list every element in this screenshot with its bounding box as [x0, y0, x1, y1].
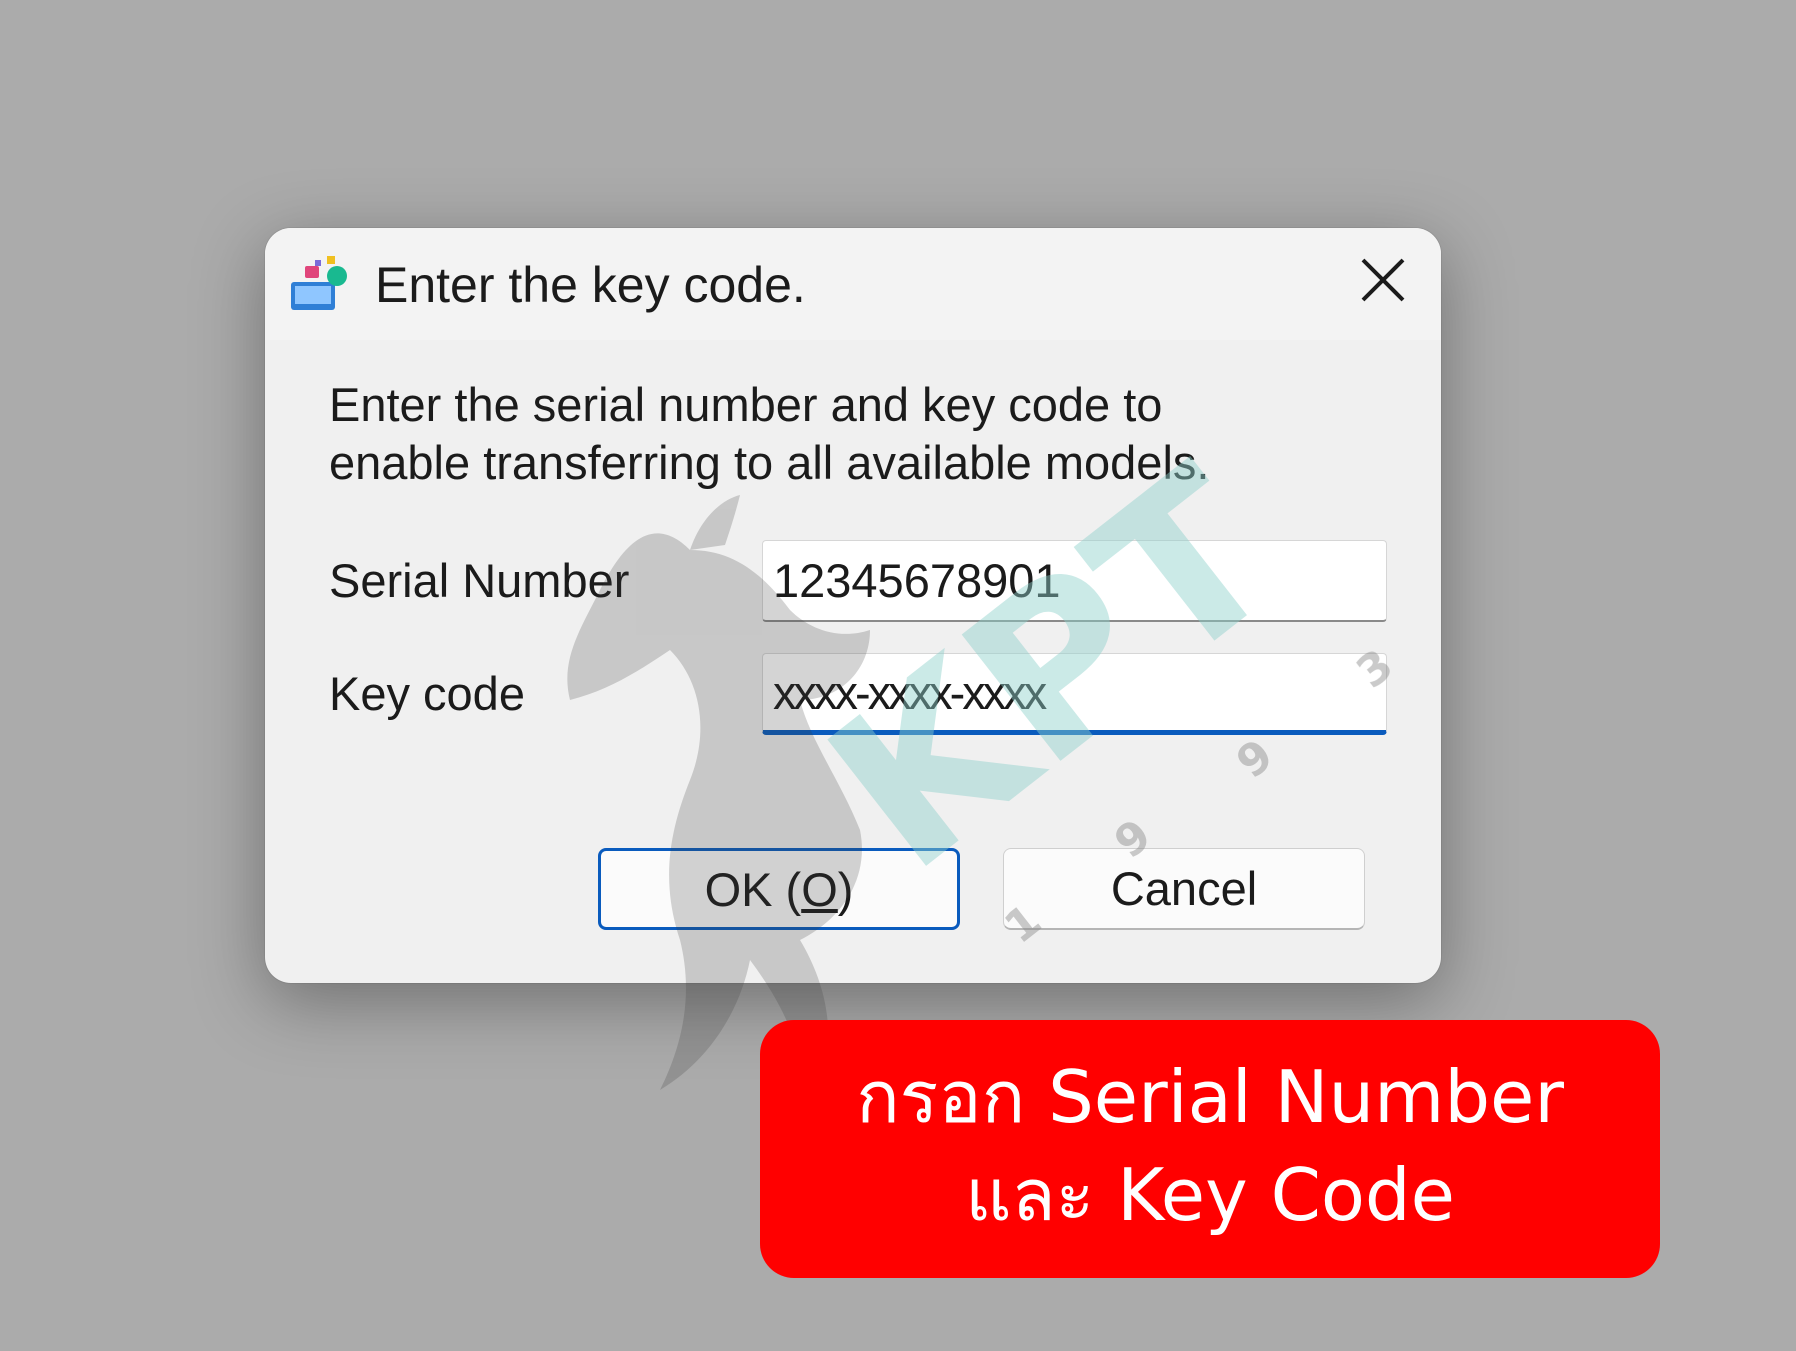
cancel-button-label: Cancel	[1110, 862, 1258, 915]
instructions-line-2: enable transferring to all available mod…	[329, 436, 1210, 489]
serial-number-input[interactable]	[762, 540, 1387, 622]
callout-line-2: และ Key Code	[965, 1153, 1455, 1237]
cancel-button[interactable]: Cancel	[1003, 848, 1365, 930]
key-code-input[interactable]	[762, 653, 1387, 735]
transfer-app-icon	[291, 256, 347, 310]
callout-line-1: กรอก Serial Number	[856, 1055, 1564, 1139]
key-code-label: Key code	[329, 667, 525, 720]
key-code-dialog: Enter the key code. Enter the serial num…	[265, 228, 1441, 983]
close-icon[interactable]	[1345, 246, 1417, 318]
ok-button-label-prefix: OK (	[704, 862, 802, 916]
ok-button-label-suffix: )	[837, 862, 854, 916]
serial-number-label: Serial Number	[329, 554, 630, 607]
ok-button[interactable]: OK (O)	[598, 848, 960, 930]
instructions-line-1: Enter the serial number and key code to	[329, 378, 1163, 431]
instructions-text: Enter the serial number and key code to …	[329, 376, 1209, 492]
ok-button-mnemonic: O	[801, 862, 838, 916]
title-bar: Enter the key code.	[265, 228, 1441, 340]
instruction-callout: กรอก Serial Number และ Key Code	[760, 1020, 1660, 1278]
dialog-title: Enter the key code.	[375, 257, 806, 313]
